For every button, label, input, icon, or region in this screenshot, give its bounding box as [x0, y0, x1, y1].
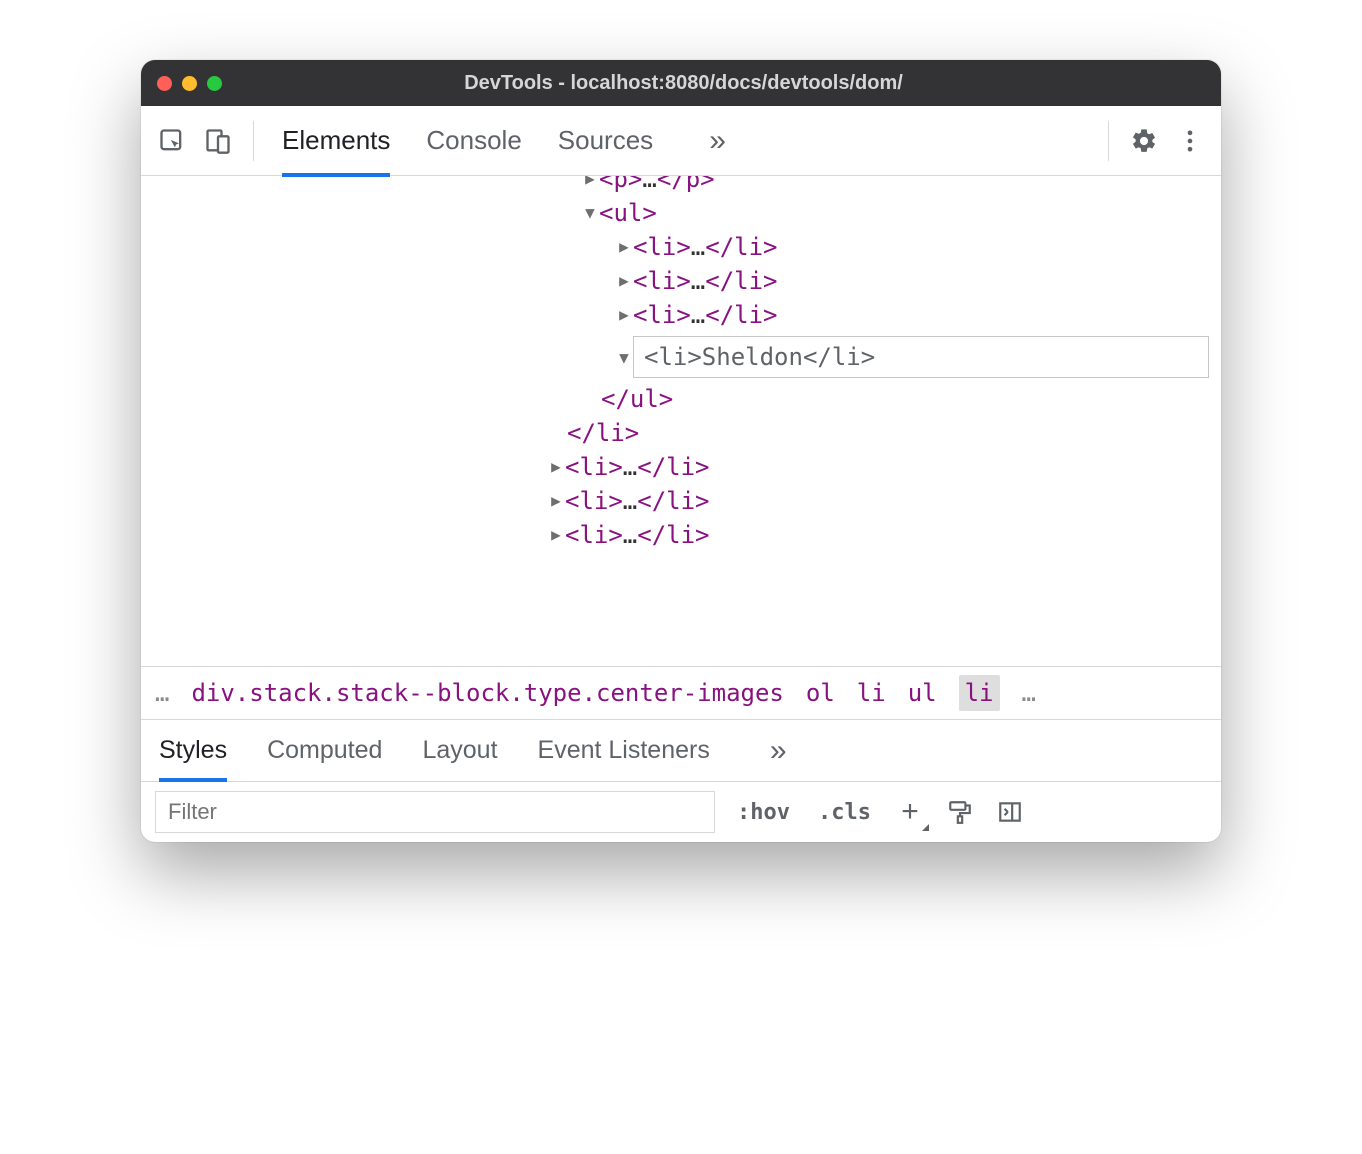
ellipsis: … — [623, 450, 637, 484]
expand-toggle-icon[interactable]: ▶ — [547, 450, 565, 484]
expand-toggle-icon[interactable]: ▶ — [581, 176, 599, 196]
breadcrumb-item[interactable]: div.stack.stack--block.type.center-image… — [191, 679, 783, 707]
breadcrumb-overflow-right[interactable]: … — [1022, 679, 1036, 707]
device-toggle-icon[interactable] — [197, 120, 239, 162]
ellipsis: … — [623, 484, 637, 518]
devtools-window: DevTools - localhost:8080/docs/devtools/… — [141, 60, 1221, 842]
inspect-element-icon[interactable] — [151, 120, 193, 162]
dom-tag[interactable]: </li> — [637, 518, 709, 552]
main-toolbar: Elements Console Sources » — [141, 106, 1221, 176]
titlebar: DevTools - localhost:8080/docs/devtools/… — [141, 60, 1221, 106]
ellipsis: … — [691, 298, 705, 332]
settings-icon[interactable] — [1123, 120, 1165, 162]
edit-value: <li>Sheldon</li> — [644, 343, 875, 371]
dom-tag[interactable]: <li> — [565, 484, 623, 518]
ellipsis: … — [691, 230, 705, 264]
expand-toggle-icon[interactable]: ▶ — [615, 230, 633, 264]
styles-subtabs: Styles Computed Layout Event Listeners » — [141, 720, 1221, 782]
dom-breadcrumbs: … div.stack.stack--block.type.center-ima… — [141, 666, 1221, 720]
kebab-menu-icon[interactable] — [1169, 120, 1211, 162]
traffic-lights — [157, 76, 222, 91]
minimize-window-button[interactable] — [182, 76, 197, 91]
styles-filter-input[interactable] — [155, 791, 715, 833]
dom-tag[interactable]: </li> — [637, 450, 709, 484]
hover-toggle-button[interactable]: :hov — [731, 800, 796, 825]
subtab-event-listeners[interactable]: Event Listeners — [538, 720, 710, 781]
dom-tag[interactable]: <p> — [599, 176, 642, 196]
dom-tag[interactable]: </li> — [637, 484, 709, 518]
breadcrumb-item[interactable]: ul — [908, 679, 937, 707]
breadcrumb-item-selected[interactable]: li — [959, 675, 1000, 711]
class-toggle-button[interactable]: .cls — [812, 800, 877, 825]
paint-roller-icon[interactable] — [943, 795, 977, 829]
more-tabs-icon[interactable]: » — [689, 124, 726, 158]
subtab-styles[interactable]: Styles — [159, 720, 227, 781]
sidebar-toggle-icon[interactable] — [993, 795, 1027, 829]
dom-tag[interactable]: <li> — [633, 298, 691, 332]
ellipsis: … — [623, 518, 637, 552]
tab-elements[interactable]: Elements — [282, 105, 390, 176]
expand-toggle-icon[interactable]: ▶ — [615, 264, 633, 298]
subtab-layout[interactable]: Layout — [422, 720, 497, 781]
zoom-window-button[interactable] — [207, 76, 222, 91]
expand-toggle-icon[interactable]: ▶ — [547, 484, 565, 518]
separator — [253, 121, 254, 161]
dom-tag-ul-close[interactable]: </ul> — [601, 382, 673, 416]
dom-edit-input[interactable]: <li>Sheldon</li> — [633, 336, 1209, 378]
plus-icon: + — [901, 795, 919, 829]
ellipsis: … — [642, 176, 656, 196]
collapse-toggle-icon[interactable]: ▼ — [615, 348, 633, 367]
tab-sources[interactable]: Sources — [558, 105, 653, 176]
ellipsis: … — [691, 264, 705, 298]
dom-tree[interactable]: ▶ <p>…</p> ▼ <ul> ▶ <li>…</li> ▶ <li>…</… — [141, 176, 1221, 666]
breadcrumb-item[interactable]: ol — [806, 679, 835, 707]
dom-tag-ul-open[interactable]: <ul> — [599, 196, 657, 230]
window-title: DevTools - localhost:8080/docs/devtools/… — [222, 72, 1205, 95]
subtab-computed[interactable]: Computed — [267, 720, 382, 781]
dom-tag[interactable]: </li> — [705, 264, 777, 298]
collapse-toggle-icon[interactable]: ▼ — [581, 196, 599, 230]
expand-toggle-icon[interactable]: ▶ — [547, 518, 565, 552]
dom-tag[interactable]: </li> — [705, 298, 777, 332]
new-style-rule-button[interactable]: + — [893, 795, 927, 829]
breadcrumb-overflow-left[interactable]: … — [155, 679, 169, 707]
close-window-button[interactable] — [157, 76, 172, 91]
dom-tag[interactable]: <li> — [633, 230, 691, 264]
dom-tag[interactable]: <li> — [565, 450, 623, 484]
dom-tag[interactable]: <li> — [565, 518, 623, 552]
panel-tabs: Elements Console Sources » — [268, 105, 726, 176]
breadcrumb-item[interactable]: li — [857, 679, 886, 707]
separator — [1108, 121, 1109, 161]
more-subtabs-icon[interactable]: » — [750, 734, 787, 768]
expand-toggle-icon[interactable]: ▶ — [615, 298, 633, 332]
dom-tag[interactable]: </li> — [705, 230, 777, 264]
styles-toolbar: :hov .cls + — [141, 782, 1221, 842]
dom-tag[interactable]: <li> — [633, 264, 691, 298]
dom-tag[interactable]: </p> — [657, 176, 715, 196]
dom-tag-li-close[interactable]: </li> — [567, 416, 639, 450]
tab-console[interactable]: Console — [426, 105, 521, 176]
